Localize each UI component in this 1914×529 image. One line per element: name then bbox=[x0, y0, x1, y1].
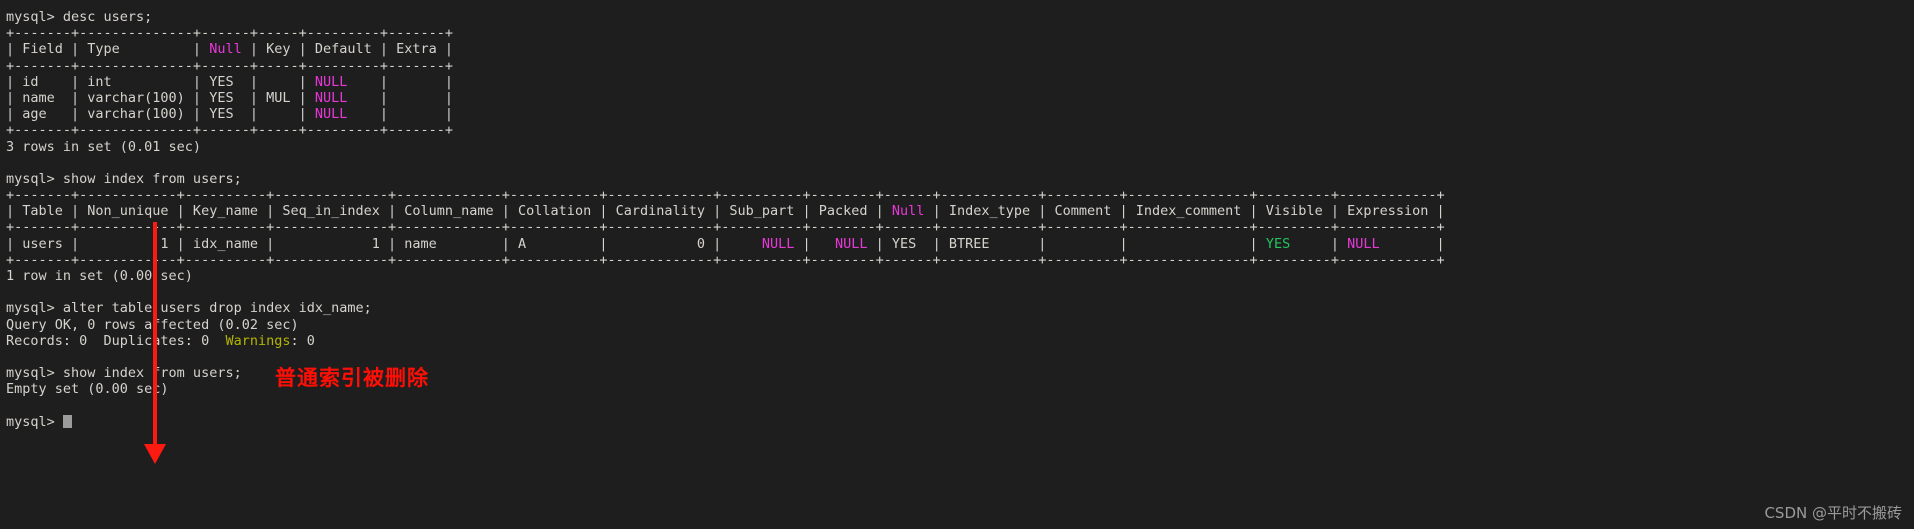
terminal-text: NULL bbox=[314, 73, 348, 90]
terminal-text: | | bbox=[347, 106, 454, 123]
terminal-text: NULL bbox=[1347, 235, 1380, 252]
terminal-text: | users | 1 | idx_name | 1 | name | A | … bbox=[6, 235, 762, 252]
terminal-line-idx-rule-mid: +-------+------------+----------+-------… bbox=[6, 219, 1445, 235]
terminal-line-blank-1 bbox=[6, 155, 1445, 171]
terminal-line-idx-result: 1 row in set (0.00 sec) bbox=[6, 268, 1445, 284]
terminal-text: | bbox=[794, 235, 836, 252]
annotation-arrow-head bbox=[144, 444, 166, 464]
terminal-text: NULL bbox=[835, 235, 868, 252]
terminal-text: | age | varchar(100) | YES | | bbox=[6, 106, 315, 123]
terminal-text: | Table | Non_unique | Key_name | Seq_in… bbox=[6, 203, 892, 220]
terminal-text: NULL bbox=[314, 89, 348, 106]
terminal-output[interactable]: mysql> desc users; +-------+-------------… bbox=[6, 9, 1445, 430]
terminal-text: Records: 0 Duplicates: 0 bbox=[6, 332, 226, 349]
terminal-line-desc-rule-bottom: +-------+--------------+------+-----+---… bbox=[6, 122, 1445, 138]
terminal-line-cmd-show-index-1: mysql> show index from users; bbox=[6, 171, 1445, 187]
terminal-text: mysql> show index from users; bbox=[6, 170, 242, 187]
terminal-text: +-------+--------------+------+-----+---… bbox=[6, 25, 454, 42]
terminal-text: | | bbox=[347, 89, 454, 106]
terminal-text: 1 row in set (0.00 sec) bbox=[6, 268, 193, 284]
terminal-line-desc-row-name: | name | varchar(100) | YES | MUL | NULL… bbox=[6, 90, 1445, 106]
terminal-line-desc-row-age: | age | varchar(100) | YES | | NULL | | bbox=[6, 106, 1445, 122]
terminal-line-blank-3 bbox=[6, 349, 1445, 365]
terminal-text: : 0 bbox=[290, 332, 315, 349]
terminal-text: NULL bbox=[314, 106, 348, 123]
terminal-line-prompt-final: mysql> bbox=[6, 414, 1445, 430]
terminal-text: +-------+------------+----------+-------… bbox=[6, 187, 1445, 204]
terminal-line-idx-rule-top: +-------+------------+----------+-------… bbox=[6, 187, 1445, 203]
terminal-line-cmd-show-index-2: mysql> show index from users; bbox=[6, 365, 1445, 381]
terminal-text: Empty set (0.00 sec) bbox=[6, 381, 169, 398]
terminal-line-alter-records: Records: 0 Duplicates: 0 Warnings: 0 bbox=[6, 333, 1445, 349]
watermark-label: CSDN @平时不搬砖 bbox=[1764, 503, 1902, 522]
terminal-text: mysql> desc users; bbox=[6, 9, 153, 25]
terminal-text: Null bbox=[209, 41, 242, 58]
terminal-line-desc-result: 3 rows in set (0.01 sec) bbox=[6, 139, 1445, 155]
terminal-text: Null bbox=[891, 203, 925, 220]
terminal-text: | name | varchar(100) | YES | MUL | bbox=[6, 89, 315, 106]
terminal-line-cmd-alter-drop-index: mysql> alter table users drop index idx_… bbox=[6, 300, 1445, 316]
terminal-text: | bbox=[1290, 235, 1348, 252]
terminal-text: | YES | BTREE | | | bbox=[867, 235, 1266, 252]
terminal-text: | id | int | YES | | bbox=[6, 73, 315, 90]
terminal-text: | Key | Default | Extra | bbox=[241, 41, 454, 58]
terminal-text: 3 rows in set (0.01 sec) bbox=[6, 138, 202, 155]
terminal-line-blank-2 bbox=[6, 284, 1445, 300]
terminal-text: +-------+------------+----------+-------… bbox=[6, 251, 1445, 268]
terminal-text: | | bbox=[347, 73, 454, 90]
terminal-text: Warnings bbox=[225, 332, 291, 349]
terminal-line-empty-set: Empty set (0.00 sec) bbox=[6, 381, 1445, 397]
terminal-line-idx-rule-bottom: +-------+------------+----------+-------… bbox=[6, 252, 1445, 268]
terminal-text: +-------+--------------+------+-----+---… bbox=[6, 122, 454, 139]
terminal-text: YES bbox=[1265, 235, 1291, 252]
terminal-text: | Index_type | Comment | Index_comment |… bbox=[924, 203, 1445, 220]
terminal-line-idx-header: | Table | Non_unique | Key_name | Seq_in… bbox=[6, 203, 1445, 219]
terminal-cursor[interactable] bbox=[62, 414, 72, 428]
terminal-line-desc-rule-top: +-------+--------------+------+-----+---… bbox=[6, 25, 1445, 41]
terminal-text: | Field | Type | bbox=[6, 41, 210, 58]
terminal-text: mysql> alter table users drop index idx_… bbox=[6, 300, 372, 317]
terminal-line-desc-rule-mid: +-------+--------------+------+-----+---… bbox=[6, 58, 1445, 74]
annotation-arrow-shaft bbox=[153, 222, 157, 446]
terminal-line-alter-query-ok: Query OK, 0 rows affected (0.02 sec) bbox=[6, 317, 1445, 333]
terminal-text: +-------+------------+----------+-------… bbox=[6, 219, 1445, 236]
terminal-line-cmd-desc-users: mysql> desc users; bbox=[6, 9, 1445, 25]
terminal-line-blank-4 bbox=[6, 398, 1445, 414]
terminal-text: NULL bbox=[761, 235, 795, 252]
terminal-line-idx-row-users: | users | 1 | idx_name | 1 | name | A | … bbox=[6, 236, 1445, 252]
annotation-label: 普通索引被删除 bbox=[275, 366, 429, 390]
terminal-text: +-------+--------------+------+-----+---… bbox=[6, 57, 454, 74]
terminal-text: mysql> bbox=[6, 413, 63, 430]
terminal-line-desc-header: | Field | Type | Null | Key | Default | … bbox=[6, 41, 1445, 57]
terminal-line-desc-row-id: | id | int | YES | | NULL | | bbox=[6, 74, 1445, 90]
terminal-window: mysql> desc users; +-------+-------------… bbox=[0, 0, 1914, 529]
terminal-text: mysql> show index from users; bbox=[6, 365, 242, 382]
terminal-text: | bbox=[1379, 235, 1445, 252]
